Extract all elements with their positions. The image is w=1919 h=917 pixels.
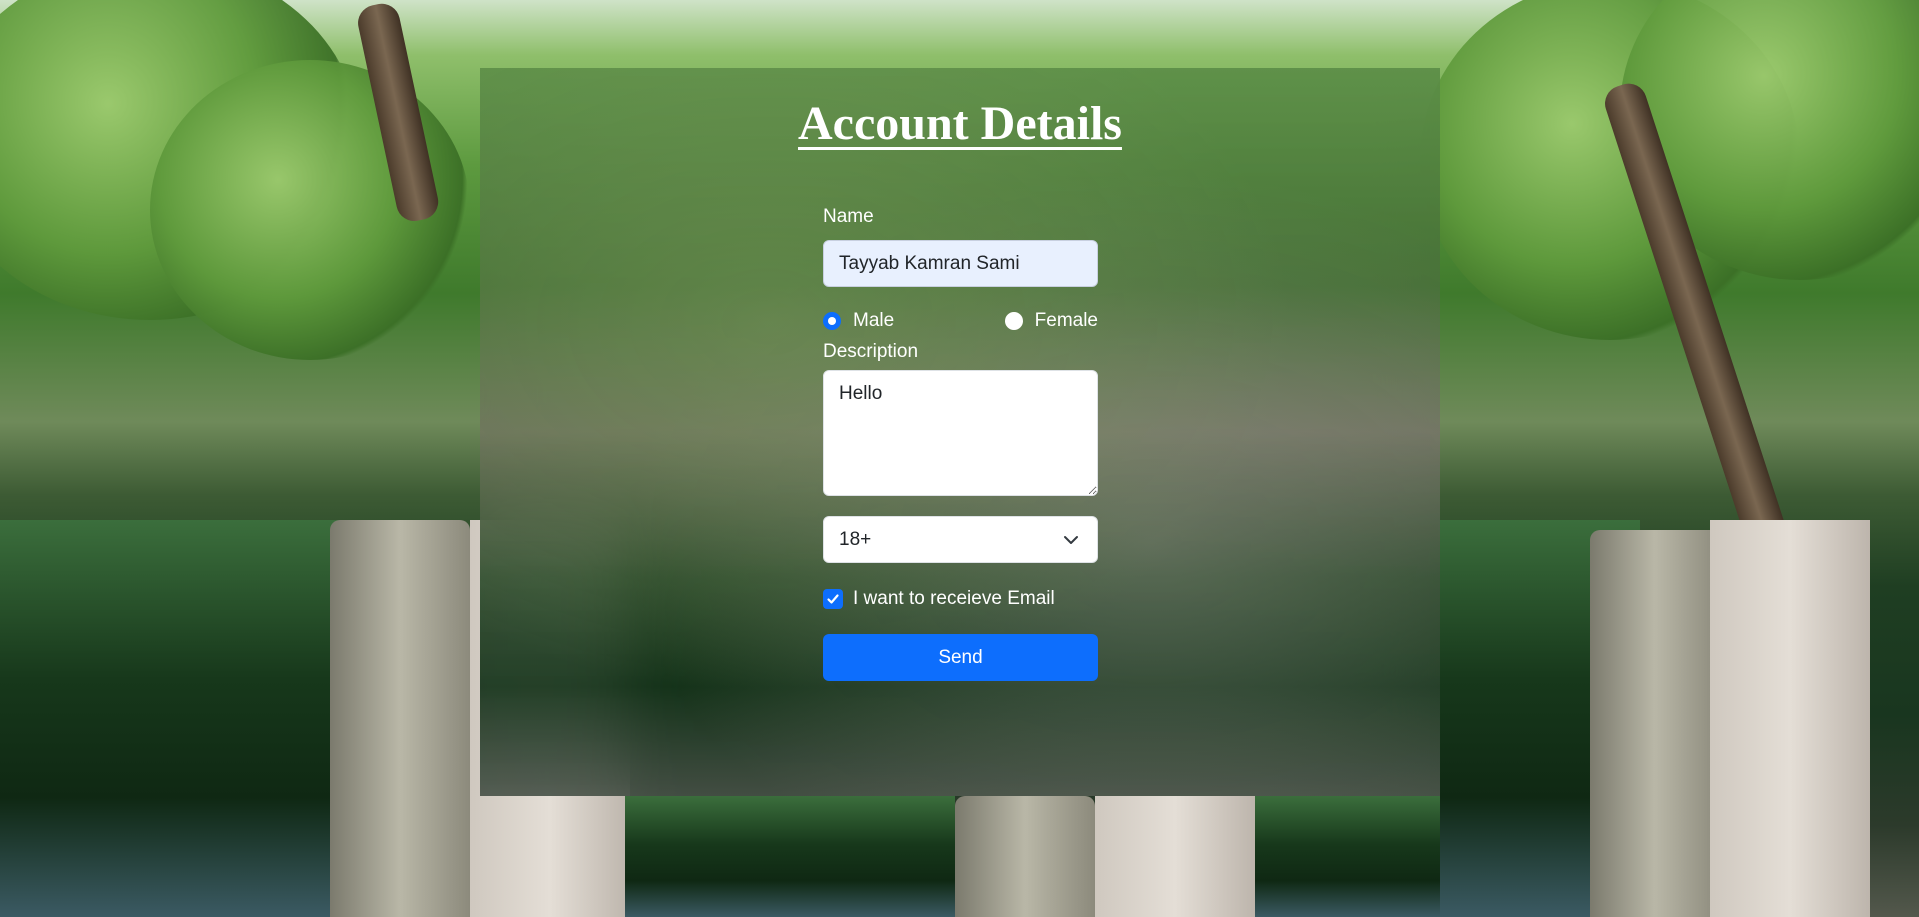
canal-water xyxy=(625,796,955,917)
email-opt-in-row: I want to receieve Email xyxy=(823,587,1098,611)
canal-wall xyxy=(1590,530,1720,917)
canal-wall xyxy=(955,796,1095,917)
radio-male[interactable] xyxy=(823,312,841,330)
email-opt-in-label: I want to receieve Email xyxy=(853,588,1055,609)
account-form: Name Male Female Description Hello 18+ xyxy=(823,206,1098,681)
page-title: Account Details xyxy=(798,97,1122,150)
account-details-panel: Account Details Name Male Female Descrip… xyxy=(480,68,1440,796)
radio-male-label: Male xyxy=(853,310,895,331)
name-input[interactable] xyxy=(823,240,1098,287)
walkway xyxy=(1095,796,1255,917)
chevron-down-icon xyxy=(1064,536,1078,544)
email-opt-in-checkbox[interactable] xyxy=(823,589,843,609)
radio-female-label: Female xyxy=(1034,310,1098,331)
name-label: Name xyxy=(823,206,874,227)
gender-option-male[interactable]: Male xyxy=(823,310,894,332)
description-textarea[interactable]: Hello xyxy=(823,370,1098,496)
radio-female[interactable] xyxy=(1004,312,1023,330)
gender-radio-group: Male Female xyxy=(823,309,1098,333)
walkway xyxy=(1710,520,1870,917)
checkmark-icon xyxy=(827,594,839,604)
age-select-value: 18+ xyxy=(839,528,872,550)
canal-wall xyxy=(330,520,470,917)
canal-water xyxy=(1255,796,1440,917)
description-label: Description xyxy=(823,341,919,362)
send-button[interactable]: Send xyxy=(823,634,1098,681)
age-select[interactable]: 18+ xyxy=(823,516,1098,563)
gender-option-female[interactable]: Female xyxy=(1004,310,1098,332)
